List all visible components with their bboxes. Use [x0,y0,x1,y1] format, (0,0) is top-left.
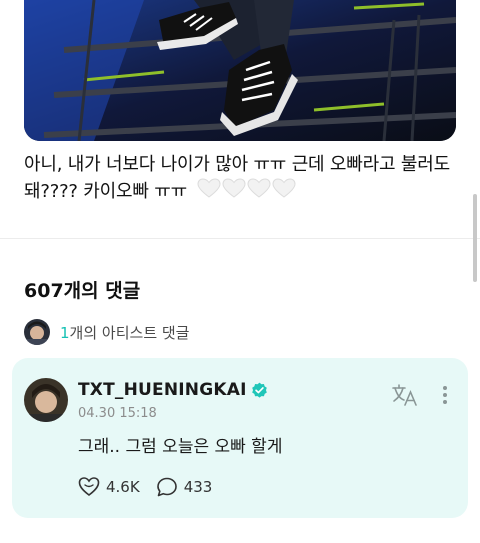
post-text: 아니, 내가 너보다 나이가 많아 ㅠㅠ 근데 오빠라고 불러도 돼???? 카… [24,152,464,208]
verified-icon [251,382,268,399]
post-text-line-2-text: 돼???? 카이오빠 ㅠㅠ [24,181,187,202]
comment-count: 607개의 댓글 [24,280,141,302]
artist-comments-label: 개의 아티스트 댓글 [69,323,190,342]
white-heart-icon [197,178,297,208]
reply-button[interactable]: 433 [156,476,213,498]
artist-comments-count: 1 [60,323,70,342]
post-text-line-2: 돼???? 카이오빠 ㅠㅠ [24,178,464,208]
artist-comments-link[interactable]: 1개의 아티스트 댓글 [24,318,189,346]
avatar[interactable] [24,378,68,422]
translate-icon[interactable] [392,384,418,406]
reply-count: 433 [183,478,213,496]
more-vertical-icon[interactable] [440,384,450,406]
comment-actions: 4.6K 433 [78,476,228,498]
like-count: 4.6K [106,478,140,496]
artist-mini-avatar [24,319,50,345]
section-divider [0,238,480,239]
username-text: TXT_HUENINGKAI [78,380,247,400]
like-icon [78,477,100,497]
comment-username[interactable]: TXT_HUENINGKAI [78,380,268,400]
post-text-line-1: 아니, 내가 너보다 나이가 많아 ㅠㅠ 근데 오빠라고 불러도 [24,154,450,175]
post-photo [24,0,456,141]
scrollbar[interactable] [473,194,477,282]
artist-comment-card: TXT_HUENINGKAI 04.30 15:18 그래.. 그럼 오늘은 오… [12,358,468,518]
like-button[interactable]: 4.6K [78,476,140,498]
artist-comments-link-label: 1개의 아티스트 댓글 [60,322,189,343]
reply-icon [156,477,177,497]
post-image[interactable] [24,0,456,141]
comment-timestamp: 04.30 15:18 [78,406,157,421]
comment-body: 그래.. 그럼 오늘은 오빠 할게 [78,437,283,457]
